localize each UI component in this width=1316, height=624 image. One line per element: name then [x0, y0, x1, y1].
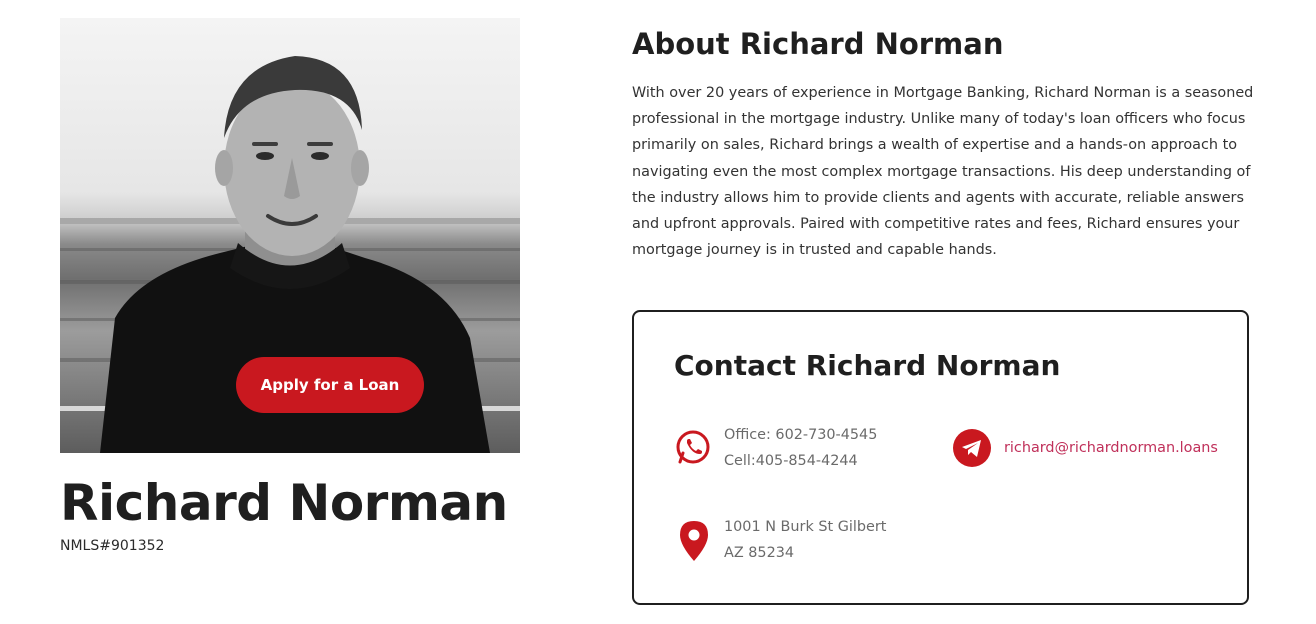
- profile-name: Richard Norman: [60, 474, 508, 532]
- address-line-2: AZ 85234: [724, 545, 795, 561]
- email-link[interactable]: richard@richardnorman.loans: [1004, 436, 1218, 460]
- about-paragraph: With over 20 years of experience in Mort…: [632, 85, 1254, 259]
- cell-phone[interactable]: Cell:405-854-4244: [724, 448, 858, 474]
- whatsapp-icon[interactable]: [674, 428, 712, 466]
- nmls-number: NMLS#901352: [60, 538, 165, 554]
- office-phone[interactable]: Office: 602-730-4545: [724, 422, 877, 448]
- apply-for-loan-button[interactable]: Apply for a Loan: [236, 357, 424, 413]
- telegram-icon[interactable]: [953, 429, 991, 467]
- about-heading: About Richard Norman: [632, 27, 1004, 61]
- contact-heading: Contact Richard Norman: [674, 349, 1061, 382]
- map-pin-icon: [678, 520, 710, 562]
- address-line-1: 1001 N Burk St Gilbert: [724, 519, 887, 535]
